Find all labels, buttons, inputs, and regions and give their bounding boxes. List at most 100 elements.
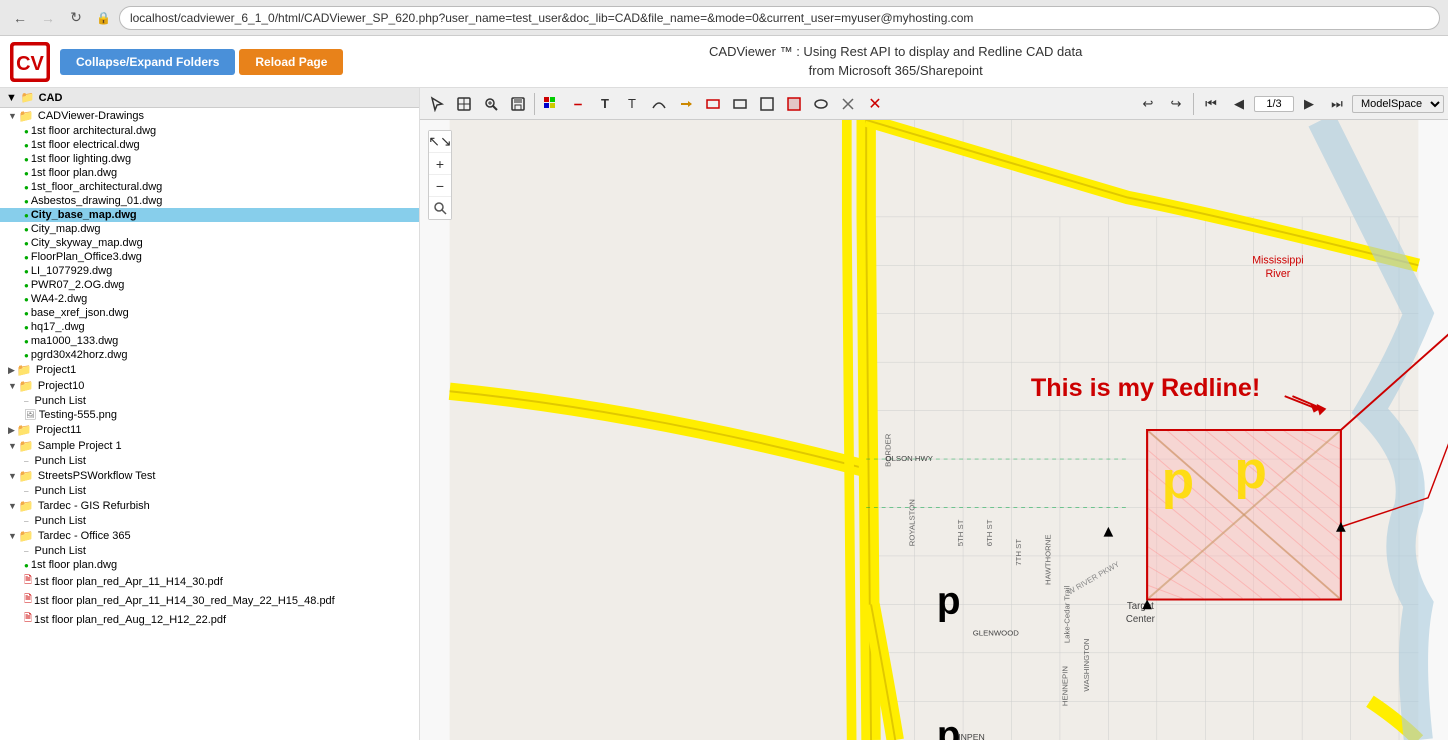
sidebar-item-file7[interactable]: ●City_base_map.dwg (0, 208, 419, 222)
svg-text:WASHINGTON: WASHINGTON (1082, 639, 1091, 692)
rect3-button[interactable] (754, 91, 780, 117)
arc-button[interactable] (646, 91, 672, 117)
page-layout-select[interactable]: ModelSpace (1352, 95, 1444, 113)
redo-button[interactable]: ↪ (1163, 91, 1189, 117)
last-page-button[interactable]: ⏭ (1324, 91, 1350, 117)
item-label: pgrd30x42horz.dwg (31, 349, 128, 361)
text-bold-button[interactable]: T (592, 91, 618, 117)
dot-icon: ● (24, 561, 29, 570)
sidebar-item-file4[interactable]: ●1st floor plan.dwg (0, 166, 419, 180)
dot-icon: ● (24, 267, 29, 276)
item-label: LI_1077929.dwg (31, 265, 112, 277)
color-button[interactable] (538, 91, 564, 117)
first-page-button[interactable]: ⏮ (1198, 91, 1224, 117)
dot-icon: ● (24, 169, 29, 178)
cad-area: ⎯ T T (420, 88, 1448, 740)
sidebar-item-file9[interactable]: ●City_skyway_map.dwg (0, 236, 419, 250)
expand-root-icon: ▼ (6, 92, 17, 104)
item-label: Testing-555.png (39, 409, 117, 421)
map-svg: p p (420, 120, 1448, 740)
app-container: CV Collapse/Expand Folders Reload Page C… (0, 36, 1448, 740)
sidebar-item-project11[interactable]: ▶📁Project11 (0, 422, 419, 438)
sidebar-item-file12[interactable]: ●PWR07_2.OG.dwg (0, 278, 419, 292)
svg-text:Center: Center (1126, 614, 1156, 625)
sidebar-item-cadviewer-drawings[interactable]: ▼📁CADViewer-Drawings (0, 108, 419, 124)
item-label: Punch List (35, 515, 86, 527)
map-zoom-out-button[interactable]: − (429, 175, 451, 197)
sidebar-item-punch-list-tg[interactable]: ⎯Punch List (0, 514, 419, 528)
rect1-button[interactable] (700, 91, 726, 117)
item-label: 1st floor plan_red_Aug_12_H12_22.pdf (34, 614, 226, 626)
sidebar-item-file8[interactable]: ●City_map.dwg (0, 222, 419, 236)
sidebar-item-project10[interactable]: ▼📁Project10 (0, 378, 419, 394)
sidebar-item-file17[interactable]: ●pgrd30x42horz.dwg (0, 348, 419, 362)
sidebar-header: ▼ 📁 CAD (0, 88, 419, 108)
undo-button[interactable]: ↩ (1135, 91, 1161, 117)
reload-page-button[interactable]: Reload Page (239, 49, 343, 75)
sidebar-item-file10[interactable]: ●FloorPlan_Office3.dwg (0, 250, 419, 264)
sidebar-item-file5[interactable]: ●1st_floor_architectural.dwg (0, 180, 419, 194)
sidebar-item-punch-list-to[interactable]: ⎯Punch List (0, 544, 419, 558)
rect4-button[interactable] (781, 91, 807, 117)
sidebar-item-punch-list-sp1[interactable]: ⎯Punch List (0, 454, 419, 468)
next-page-button[interactable]: ▶ (1296, 91, 1322, 117)
text-button[interactable]: T (619, 91, 645, 117)
svg-text:GLENWOOD: GLENWOOD (973, 628, 1019, 637)
zoom-window-button[interactable] (478, 91, 504, 117)
erase-button[interactable] (835, 91, 861, 117)
svg-text:5TH ST: 5TH ST (956, 519, 965, 546)
sidebar-item-tardec-gis[interactable]: ▼📁Tardec - GIS Refurbish (0, 498, 419, 514)
sidebar-item-tardec-o365[interactable]: ▼📁Tardec - Office 365 (0, 528, 419, 544)
sidebar-item-punch-list-sw[interactable]: ⎯Punch List (0, 484, 419, 498)
select-tool-button[interactable] (424, 91, 450, 117)
item-label: WA4-2.dwg (31, 293, 87, 305)
dot-icon: ● (24, 253, 29, 262)
expand-icon: ▼ (8, 111, 17, 121)
refresh-button[interactable]: ↻ (64, 6, 88, 30)
folder-icon: 📁 (17, 423, 32, 437)
expand-icon: ▼ (8, 501, 17, 511)
folder-icon: 📁 (17, 363, 32, 377)
back-button[interactable]: ← (8, 6, 32, 30)
arrow-button[interactable] (673, 91, 699, 117)
forward-button[interactable]: → (36, 6, 60, 30)
map-zoom-fit-button[interactable] (429, 197, 451, 219)
map-zoom-in-button[interactable]: + (429, 153, 451, 175)
sidebar-item-file13[interactable]: ●WA4-2.dwg (0, 292, 419, 306)
save-button[interactable] (505, 91, 531, 117)
rect2-button[interactable] (727, 91, 753, 117)
line-tool-button[interactable]: ⎯ (565, 91, 591, 117)
sidebar-item-file-1stfloor[interactable]: ●1st floor plan.dwg (0, 558, 419, 572)
sidebar-item-file16[interactable]: ●ma1000_133.dwg (0, 334, 419, 348)
map-area[interactable]: ↖↘ + − (420, 120, 1448, 740)
sidebar-item-file2[interactable]: ●1st floor electrical.dwg (0, 138, 419, 152)
item-label: Punch List (35, 545, 86, 557)
sidebar-item-pdf3[interactable]: 🗎1st floor plan_red_Aug_12_H12_22.pdf (0, 610, 419, 629)
collapse-expand-button[interactable]: Collapse/Expand Folders (60, 49, 235, 75)
sidebar-item-pdf2[interactable]: 🗎1st floor plan_red_Apr_11_H14_30_red_Ma… (0, 591, 419, 610)
map-expand-button[interactable]: ↖↘ (429, 131, 451, 153)
sidebar-item-pdf1[interactable]: 🗎1st floor plan_red_Apr_11_H14_30.pdf (0, 572, 419, 591)
sidebar-item-file11[interactable]: ●LI_1077929.dwg (0, 264, 419, 278)
sidebar-item-sample-project1[interactable]: ▼📁Sample Project 1 (0, 438, 419, 454)
shape-button[interactable] (808, 91, 834, 117)
page-input[interactable]: 1/3 (1254, 96, 1294, 112)
svg-text:This is my Redline!: This is my Redline! (1031, 374, 1260, 402)
item-label: Sample Project 1 (38, 440, 122, 452)
sidebar-item-punch-list-p10[interactable]: ⎯Punch List (0, 394, 419, 408)
sidebar-item-file14[interactable]: ●base_xref_json.dwg (0, 306, 419, 320)
close-button[interactable]: ✕ (862, 91, 888, 117)
pan-tool-button[interactable] (451, 91, 477, 117)
sidebar-item-file15[interactable]: ●hq17_.dwg (0, 320, 419, 334)
folder-icon: 📁 (19, 529, 34, 543)
sidebar-item-file3[interactable]: ●1st floor lighting.dwg (0, 152, 419, 166)
sidebar-item-file6[interactable]: ●Asbestos_drawing_01.dwg (0, 194, 419, 208)
sidebar-item-file1[interactable]: ●1st floor architectural.dwg (0, 124, 419, 138)
item-label: Tardec - GIS Refurbish (38, 500, 150, 512)
sidebar-item-project1[interactable]: ▶📁Project1 (0, 362, 419, 378)
address-bar[interactable] (119, 6, 1440, 30)
sidebar-item-testing[interactable]: 🖼Testing-555.png (0, 408, 419, 422)
prev-page-button[interactable]: ◀ (1226, 91, 1252, 117)
item-label: CADViewer-Drawings (38, 110, 144, 122)
sidebar-item-streets-workflow[interactable]: ▼📁StreetsPSWorkflow Test (0, 468, 419, 484)
